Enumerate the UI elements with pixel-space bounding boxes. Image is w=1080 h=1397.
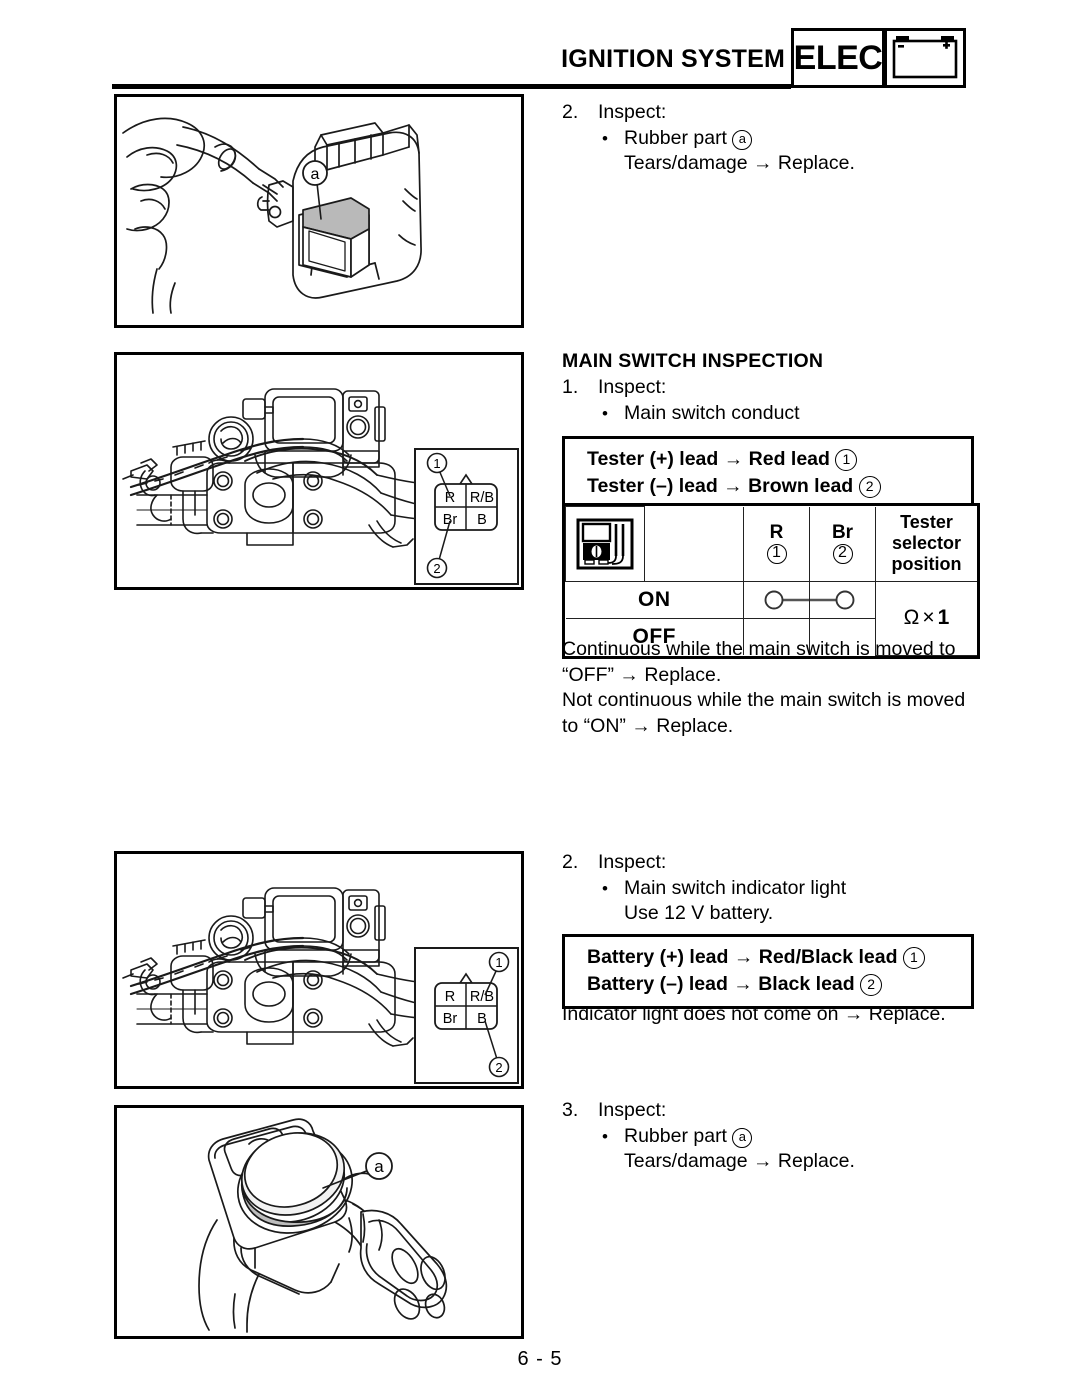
figure-main-switch-harness-indicator: R R/B Br B 1 2	[114, 851, 524, 1089]
step-item-text: Rubber part	[624, 1124, 727, 1147]
marker-label-2: 2	[495, 1060, 502, 1075]
step-action: Inspect:	[598, 1099, 667, 1121]
table-col-header-selector: Tester selector position	[875, 506, 977, 582]
connector-cell-br: Br	[443, 512, 458, 528]
step-item-text: Rubber part	[624, 126, 727, 149]
page-number: 6 - 5	[517, 1348, 563, 1370]
battery-lead-line-1: Battery (+) lead → Red/Black lead	[587, 946, 898, 968]
figure-main-switch-harness-conduct: R R/B Br B 1 2	[114, 352, 524, 590]
callout-marker-a: a	[732, 1127, 753, 1148]
figure-handlebar-switch-rubber-part: a	[114, 94, 524, 328]
manual-page: IGNITION SYSTEM ELEC a 2. Inspect: • Rub…	[0, 0, 1080, 1397]
connector-cell-br: Br	[443, 1011, 458, 1027]
battery-icon	[884, 28, 966, 88]
bullet-marker: •	[602, 878, 608, 898]
note-line-3: Not continuous while the main switch is …	[562, 689, 966, 711]
callout-label-a: a	[311, 166, 320, 183]
step-2-inspect-indicator: 2. Inspect: • Main switch indicator ligh…	[562, 850, 974, 927]
step-result-text: Tears/damage → Replace.	[624, 152, 855, 174]
step-action: Inspect:	[598, 851, 667, 873]
marker-label-1: 1	[433, 456, 440, 471]
figure-switch-housing-rubber-boot: a	[114, 1105, 524, 1339]
connector-cell-r: R	[445, 989, 455, 1005]
callout-label-a: a	[374, 1157, 384, 1176]
table-col-header-r: R 1	[743, 506, 810, 582]
page-title: IGNITION SYSTEM	[561, 45, 785, 73]
marker-label-1: 1	[495, 955, 502, 970]
bullet-marker: •	[602, 1126, 608, 1146]
col-label-r: R	[769, 522, 784, 544]
connector-cell-b: B	[477, 512, 487, 528]
note-line-1: Continuous while the main switch is move…	[562, 638, 956, 660]
continuity-cell-on-br	[809, 581, 876, 619]
lead-marker-2: 2	[858, 476, 881, 498]
step-number: 1.	[562, 376, 579, 398]
col-marker-r: 1	[766, 544, 787, 565]
step-item-text: Main switch indicator light	[624, 876, 847, 899]
continuity-terminal-left	[764, 590, 809, 610]
row-label-on: ON	[638, 588, 671, 611]
step-action: Inspect:	[598, 376, 667, 398]
tester-lead-line-1: Tester (+) lead → Red lead	[587, 448, 830, 470]
selector-omega: Ω	[903, 606, 920, 630]
header-divider	[112, 84, 791, 89]
table-col-header-br: Br 2	[809, 506, 876, 582]
note-line-2: “OFF” → Replace.	[562, 663, 722, 686]
step-3-inspect-rubber: 3. Inspect: • Rubber part a Tears/damage…	[562, 1098, 974, 1175]
step-number: 2.	[562, 851, 579, 873]
multimeter-icon-cell	[565, 506, 645, 582]
tester-lead-spec-box: Tester (+) lead → Red lead 1 Tester (–) …	[562, 436, 974, 511]
connector-cell-r: R	[445, 490, 455, 506]
callout-marker-a: a	[732, 129, 753, 150]
connector-inset-indicator: R R/B Br B 1 2	[414, 947, 519, 1084]
section-heading: MAIN SWITCH INSPECTION	[562, 350, 824, 372]
switch-housing-illustration: a	[198, 1118, 448, 1333]
indicator-result-text: Indicator light does not come on → Repla…	[562, 1003, 946, 1025]
lead-marker-1: 1	[835, 449, 858, 471]
connector-cell-rb: R/B	[470, 989, 494, 1005]
continuity-cell-on-r	[743, 581, 810, 619]
col-marker-br: 2	[832, 544, 853, 565]
connector-inset-conduct: R R/B Br B 1 2	[414, 448, 519, 585]
step-item-subtext: Use 12 V battery.	[624, 902, 774, 924]
elec-section-label: ELEC	[793, 39, 883, 77]
battery-lead-line-2: Battery (–) lead → Black lead	[587, 973, 855, 995]
table-row-on: ON Ω × 1	[565, 581, 977, 656]
note-line-4: to “ON” → Replace.	[562, 714, 734, 737]
selector-header-line-2: position	[891, 554, 962, 575]
battery-lead-spec-box: Battery (+) lead → Red/Black lead 1 Batt…	[562, 934, 974, 1009]
table-blank-cell	[644, 506, 744, 582]
elec-section-tab: ELEC	[791, 28, 885, 88]
connector-cell-rb: R/B	[470, 490, 494, 506]
bullet-marker: •	[602, 403, 608, 423]
row-label-on-cell: ON	[565, 581, 744, 619]
lead-marker-1: 1	[902, 947, 925, 969]
battery-icon-glyph	[892, 36, 958, 79]
step-result-text: Tears/damage → Replace.	[624, 1150, 855, 1172]
multimeter-icon	[576, 518, 634, 570]
selector-times: ×	[922, 606, 935, 630]
continuity-table: R 1 Br 2 Tester selector position ON Ω ×…	[562, 503, 980, 659]
table-header-row: R 1 Br 2 Tester selector position	[565, 506, 977, 582]
bullet-marker: •	[602, 128, 608, 148]
step-2-inspect-rubber: 2. Inspect: • Rubber part a Tears/damage…	[562, 100, 974, 177]
step-number: 3.	[562, 1099, 579, 1121]
continuity-terminal-right	[810, 590, 855, 610]
main-switch-notes: Continuous while the main switch is move…	[562, 637, 977, 739]
lead-marker-2: 2	[860, 974, 883, 996]
step-action: Inspect:	[598, 101, 667, 123]
selector-number: 1	[937, 606, 950, 630]
main-switch-inspection-section: MAIN SWITCH INSPECTION 1. Inspect: • Mai…	[562, 350, 974, 426]
handlebar-switch-illustration: a	[122, 117, 422, 314]
step-number: 2.	[562, 101, 579, 123]
step-item-text: Main switch conduct	[624, 401, 800, 424]
marker-label-2: 2	[433, 561, 440, 576]
col-label-br: Br	[831, 522, 854, 544]
selector-header-line-1: Tester selector	[891, 512, 962, 554]
tester-lead-line-2: Tester (–) lead → Brown lead	[587, 475, 854, 497]
